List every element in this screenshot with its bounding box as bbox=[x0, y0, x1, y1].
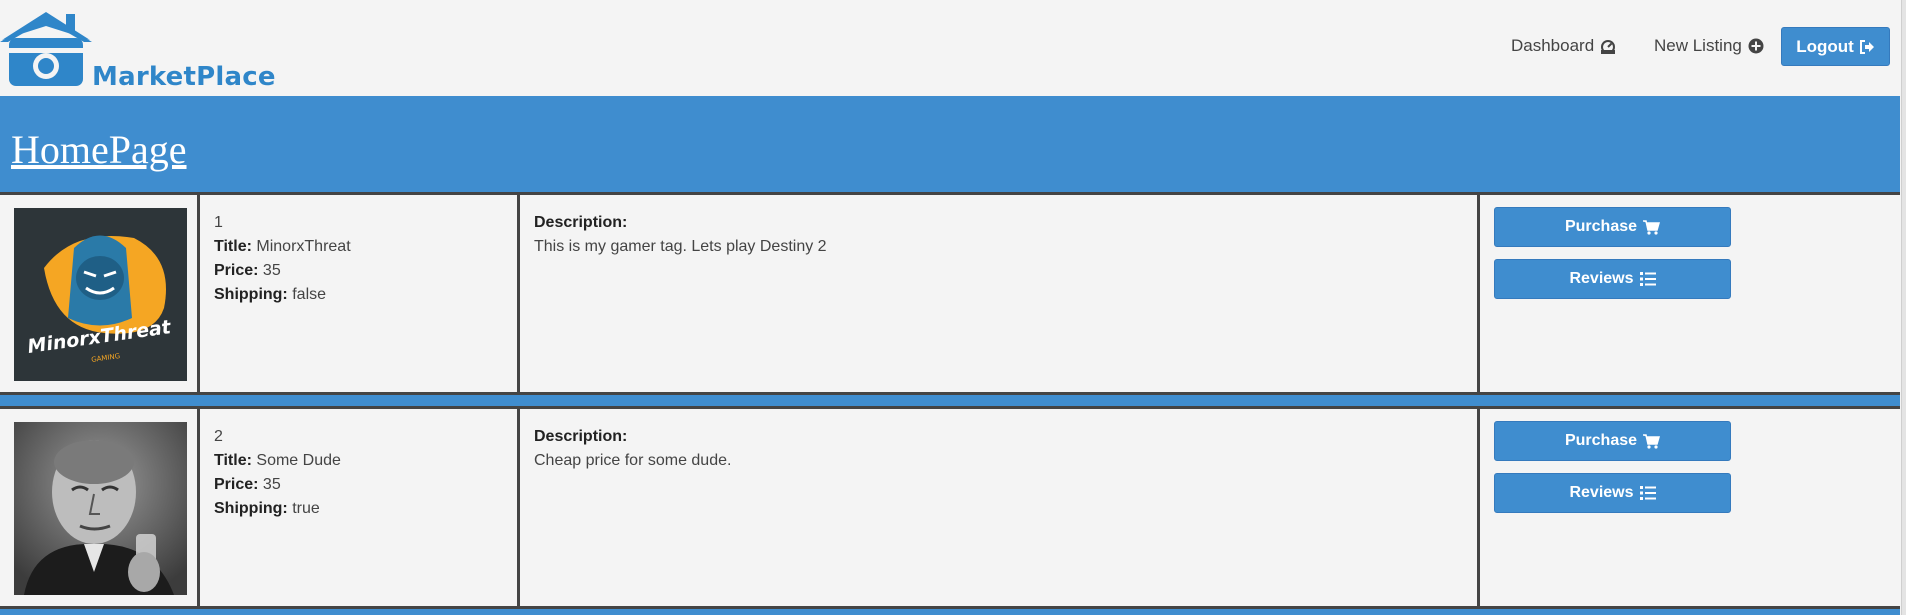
brand-logo[interactable]: MarketPlace bbox=[0, 12, 300, 92]
listing-info-cell: 1 Title: MinorxThreat Price: 35 Shipping… bbox=[200, 195, 520, 392]
list-icon bbox=[1639, 272, 1656, 286]
navbar: MarketPlace Dashboard New Listing Logout bbox=[0, 0, 1906, 96]
listing-row: MinorxThreat GAMING 1 Title: MinorxThrea… bbox=[0, 192, 1900, 395]
listing-description-cell: Description: This is my gamer tag. Lets … bbox=[520, 195, 1480, 392]
title-label: Title: bbox=[214, 238, 252, 255]
listing-row: 2 Title: Some Dude Price: 35 Shipping: t… bbox=[0, 406, 1900, 609]
listing-shipping: true bbox=[292, 500, 320, 517]
list-icon bbox=[1639, 486, 1656, 500]
title-label: Title: bbox=[214, 452, 252, 469]
reviews-button[interactable]: Reviews bbox=[1494, 259, 1731, 299]
shopping-cart-icon bbox=[1643, 433, 1661, 449]
logout-button[interactable]: Logout bbox=[1781, 27, 1890, 66]
listing-image: MinorxThreat GAMING bbox=[14, 208, 187, 381]
price-label: Price: bbox=[214, 262, 259, 279]
purchase-button[interactable]: Purchase bbox=[1494, 421, 1731, 461]
listing-info-cell: 2 Title: Some Dude Price: 35 Shipping: t… bbox=[200, 409, 520, 606]
listing-id: 2 bbox=[214, 428, 223, 445]
description-label: Description: bbox=[534, 428, 628, 445]
listing-actions-cell: Purchase Reviews bbox=[1480, 195, 1900, 392]
reviews-label: Reviews bbox=[1569, 270, 1634, 287]
listing-actions-cell: Purchase Reviews bbox=[1480, 409, 1900, 606]
nav-dashboard-link[interactable]: Dashboard bbox=[1511, 36, 1616, 56]
listing-price: 35 bbox=[262, 476, 281, 493]
listing-description: This is my gamer tag. Lets play Destiny … bbox=[534, 238, 827, 255]
brand-name: MarketPlace bbox=[92, 62, 276, 92]
listing-price: 35 bbox=[262, 262, 281, 279]
reviews-label: Reviews bbox=[1569, 484, 1634, 501]
logout-label: Logout bbox=[1796, 36, 1854, 56]
nav-new-listing-label: New Listing bbox=[1654, 36, 1742, 55]
listing-image-cell bbox=[0, 409, 200, 606]
listing-description-cell: Description: Cheap price for some dude. bbox=[520, 409, 1480, 606]
row-separator bbox=[0, 395, 1900, 406]
plus-circle-icon bbox=[1748, 38, 1764, 54]
tachometer-icon bbox=[1601, 40, 1616, 54]
row-separator bbox=[0, 609, 1900, 615]
listing-description: Cheap price for some dude. bbox=[534, 452, 732, 469]
page-banner: HomePage bbox=[0, 96, 1900, 192]
listing-shipping: false bbox=[292, 286, 327, 303]
description-label: Description: bbox=[534, 214, 628, 231]
page-title[interactable]: HomePage bbox=[11, 126, 187, 173]
nav-dashboard-label: Dashboard bbox=[1511, 36, 1595, 55]
purchase-label: Purchase bbox=[1564, 432, 1638, 449]
house-camera-icon bbox=[0, 12, 92, 86]
listing-title: MinorxThreat bbox=[256, 238, 351, 255]
page-scrollbar[interactable] bbox=[1901, 0, 1906, 615]
shipping-label: Shipping: bbox=[214, 500, 288, 517]
price-label: Price: bbox=[214, 476, 259, 493]
sign-out-icon bbox=[1859, 39, 1874, 54]
purchase-button[interactable]: Purchase bbox=[1494, 207, 1731, 247]
listing-title: Some Dude bbox=[256, 452, 341, 469]
shopping-cart-icon bbox=[1643, 219, 1661, 235]
nav-new-listing-link[interactable]: New Listing bbox=[1654, 36, 1764, 56]
reviews-button[interactable]: Reviews bbox=[1494, 473, 1731, 513]
purchase-label: Purchase bbox=[1564, 218, 1638, 235]
shipping-label: Shipping: bbox=[214, 286, 288, 303]
listing-image-cell: MinorxThreat GAMING bbox=[0, 195, 200, 392]
listing-image bbox=[14, 422, 187, 595]
listing-id: 1 bbox=[214, 214, 223, 231]
